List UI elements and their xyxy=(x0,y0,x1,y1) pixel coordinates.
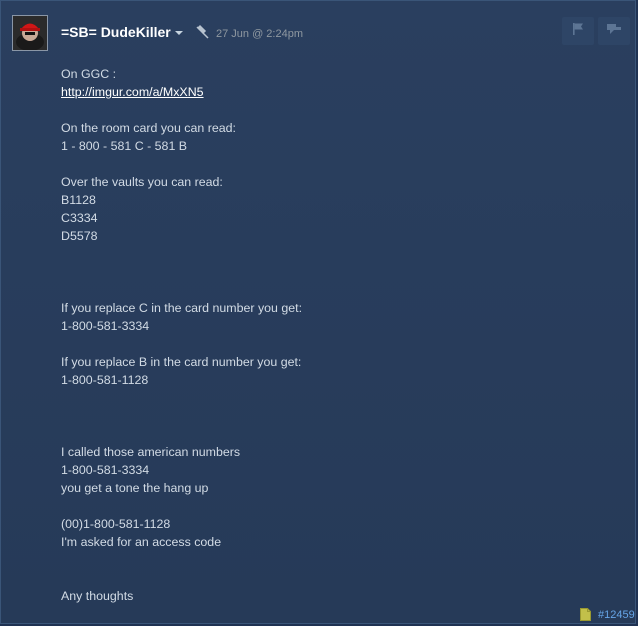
pin-icon xyxy=(194,24,210,40)
quote-button[interactable] xyxy=(598,17,630,45)
post-line: 1-800-581-1128 xyxy=(61,373,149,387)
post-line: http://imgur.com/a/MxXN5 xyxy=(61,83,302,101)
post-line: B1128 xyxy=(61,193,96,207)
report-button[interactable] xyxy=(562,17,594,45)
quote-icon xyxy=(606,22,622,41)
flag-icon xyxy=(571,22,585,41)
post-line: Any thoughts xyxy=(61,589,134,603)
post-line: I'm asked for an access code xyxy=(61,535,222,549)
post-line: 1 - 800 - 581 C - 581 B xyxy=(61,139,188,153)
author-name[interactable]: =SB= DudeKiller xyxy=(61,24,171,40)
post-line: you get a tone the hang up xyxy=(61,481,209,495)
post-line: 1-800-581-3334 xyxy=(61,319,150,333)
avatar[interactable] xyxy=(12,15,48,51)
post-line: C3334 xyxy=(61,211,98,225)
post-line: On GGC : xyxy=(61,67,117,81)
post-line: Over the vaults you can read: xyxy=(61,175,223,189)
post-line: On the room card you can read: xyxy=(61,121,236,135)
post-number-link[interactable]: #12459 xyxy=(598,609,635,621)
post-date: 27 Jun @ 2:24pm xyxy=(216,28,303,40)
post-body: On GGC : http://imgur.com/a/MxXN5 On the r… xyxy=(61,65,302,605)
post-line: If you replace C in the card number you … xyxy=(61,301,303,315)
post-line: (00)1-800-581-1128 xyxy=(61,517,171,531)
chevron-down-icon[interactable] xyxy=(175,31,183,35)
post-line: D5578 xyxy=(61,229,98,243)
post-line: 1-800-581-3334 xyxy=(61,463,150,477)
post-line: If you replace B in the card number you … xyxy=(61,355,302,369)
page-icon xyxy=(580,608,591,621)
forum-post: =SB= DudeKiller 27 Jun @ 2:24pm On GGC :… xyxy=(0,0,636,624)
imgur-link[interactable]: http://imgur.com/a/MxXN5 xyxy=(61,85,204,99)
post-line: I called those american numbers xyxy=(61,445,241,459)
